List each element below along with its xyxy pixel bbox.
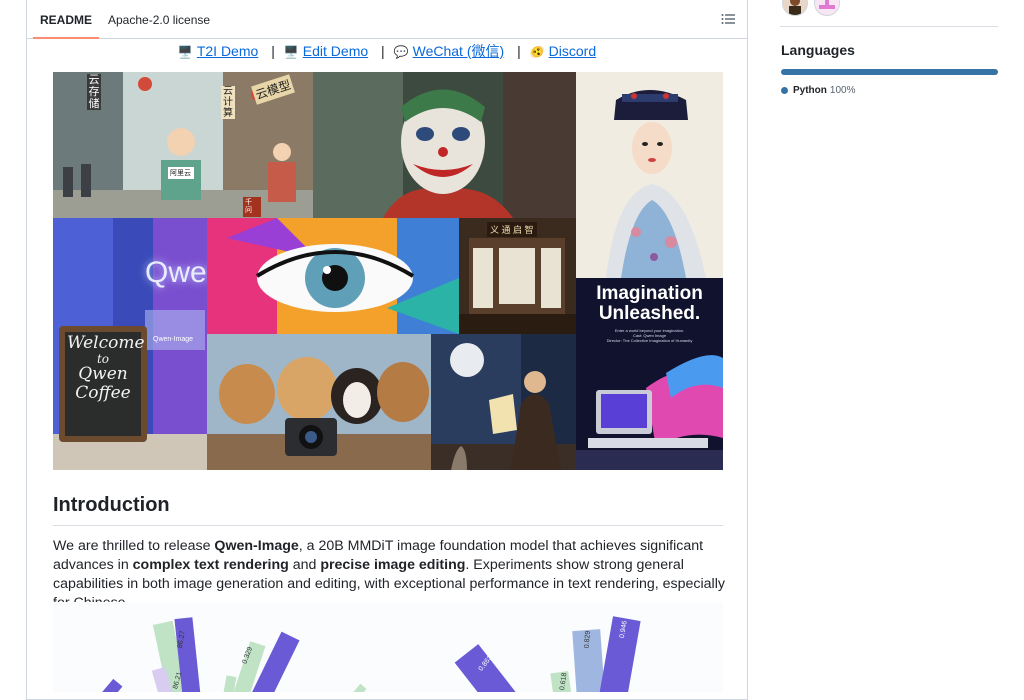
- neon-sign-text: Qwen: [145, 256, 207, 289]
- chart-bar-group-left: [87, 617, 367, 692]
- language-bar: [781, 69, 998, 75]
- readme-tabbar: README Apache-2.0 license: [27, 0, 747, 39]
- shop-sign: 云存储: [87, 74, 101, 110]
- plaque-text: 义 通 启 智: [487, 222, 537, 237]
- intro-bold-text: Qwen-Image: [214, 538, 299, 554]
- chart-bar: [597, 616, 641, 692]
- monitor-icon: 🖥️: [283, 45, 299, 59]
- edit-demo-link[interactable]: Edit Demo: [303, 43, 368, 59]
- introduction-heading: Introduction: [53, 494, 723, 526]
- jar-label: 千问: [245, 199, 252, 214]
- tab-license[interactable]: Apache-2.0 license: [101, 0, 217, 38]
- readme-panel: README Apache-2.0 license 🖥️ T2I Demo | 🖥️…: [26, 0, 748, 700]
- language-item-python[interactable]: Python 100%: [781, 85, 855, 96]
- poster-subtitle: Enter a world beyond your imagination. C…: [576, 328, 723, 343]
- contributor-avatar[interactable]: [782, 0, 808, 16]
- demo-links-row: 🖥️ T2I Demo | 🖥️ Edit Demo | 💬 WeChat (微信) | 🫨…: [27, 41, 747, 61]
- language-percent: 100%: [829, 85, 856, 96]
- hanging-sign-text: 阿里云: [170, 170, 191, 177]
- discord-link[interactable]: Discord: [549, 43, 596, 59]
- poster-title: Imagination Unleashed.: [576, 284, 723, 324]
- tile-qing-lady-painting: [576, 72, 723, 278]
- chalkboard-line: Coffee: [75, 383, 131, 403]
- chart-bar: [454, 644, 522, 692]
- tab-readme[interactable]: README: [33, 0, 100, 39]
- separator: |: [271, 43, 275, 59]
- benchmark-chart-preview: 86.32 86.27 86.21 0.329 0.548 0.863 0.82…: [53, 602, 723, 692]
- chart-bar: [87, 678, 123, 692]
- t2i-demo-link[interactable]: T2I Demo: [197, 43, 258, 59]
- speech-bubble-icon: 💬: [393, 45, 409, 59]
- tile-clown-portrait: [313, 72, 576, 218]
- separator: |: [381, 43, 385, 59]
- tile-moonlit-reader: [431, 334, 576, 470]
- intro-bold-text: complex text rendering: [132, 557, 289, 573]
- outline-list-icon[interactable]: [721, 12, 735, 26]
- wechat-link[interactable]: WeChat (微信): [413, 43, 505, 59]
- tile-qwen-coffee-cafe: Qwen Qwen-Image Welcome to Qwen Coffee: [53, 218, 207, 470]
- chart-data-label: 0.829: [583, 630, 592, 649]
- separator: |: [517, 43, 521, 59]
- chalkboard-line: Welcome: [67, 333, 145, 353]
- languages-heading: Languages: [781, 42, 855, 58]
- contributor-avatar[interactable]: [814, 0, 840, 16]
- poster-title-line: Imagination: [596, 283, 703, 304]
- intro-text-span: and: [288, 557, 321, 573]
- chalkboard-text: Welcome to Qwen Coffee: [67, 333, 145, 403]
- poster-subtitle-line: Director: The Collective Imagination of …: [606, 338, 693, 343]
- face-icon: 🫨: [529, 45, 545, 59]
- tile-chinese-interior: 义 通 启 智: [459, 218, 576, 334]
- chart-bar-group-right: [454, 616, 641, 692]
- tile-imagination-poster: Imagination Unleashed. Enter a world bey…: [576, 278, 723, 470]
- chart-bar: [219, 675, 237, 692]
- tile-cartoon-street: 云存储 云计算 云模型 阿里云 千问: [53, 72, 313, 218]
- glass-sign-text: Qwen-Image: [153, 336, 194, 343]
- shop-sign: 云计算: [221, 86, 235, 119]
- showcase-image-mosaic: 云存储 云计算 云模型 阿里云 千问 Qwe Qwen-Image Welcom…: [53, 72, 723, 470]
- chalkboard-line: Qwen: [78, 364, 128, 384]
- poster-title-line: Unleashed.: [598, 303, 701, 324]
- monitor-icon: 🖥️: [177, 45, 193, 59]
- intro-bold-text: precise image editing: [320, 557, 466, 573]
- sidebar-divider: [780, 26, 998, 27]
- language-name: Python: [793, 85, 827, 96]
- tile-colorful-eye: [207, 218, 459, 334]
- language-color-dot: [781, 87, 788, 94]
- intro-text-span: We are thrilled to release: [53, 538, 215, 554]
- tile-dogs-camera: [207, 334, 431, 470]
